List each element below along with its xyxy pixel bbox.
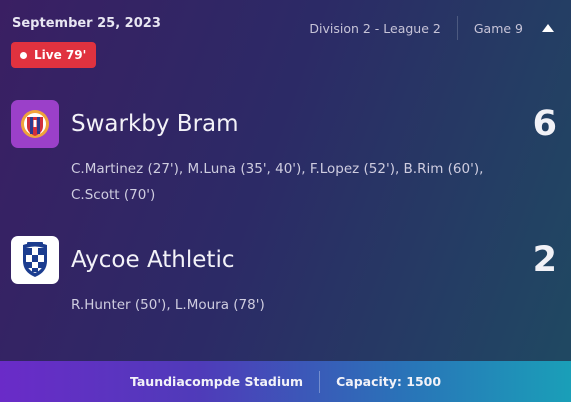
live-status-badge: Live 79'	[11, 42, 97, 68]
match-date: September 25, 2023	[12, 16, 161, 31]
collapse-button[interactable]	[541, 21, 555, 35]
away-team-row: Aycoe Athletic 2	[11, 236, 557, 284]
home-team-name[interactable]: Swarkby Bram	[71, 111, 533, 137]
match-card: September 25, 2023 Division 2 - League 2…	[0, 0, 571, 402]
home-crest-icon	[11, 100, 59, 148]
home-team-row: Swarkby Bram 6	[11, 100, 557, 148]
away-crest-icon	[11, 236, 59, 284]
chevron-up-icon	[542, 24, 554, 32]
live-label: Live 79'	[34, 48, 87, 62]
stadium-name: Taundiacompde Stadium	[129, 374, 304, 389]
home-team-score: 6	[532, 104, 557, 144]
game-label: Game 9	[473, 20, 523, 36]
away-team-score: 2	[532, 240, 557, 280]
venue-footer: Taundiacompde Stadium Capacity: 1500	[0, 361, 571, 402]
stadium-capacity: Capacity: 1500	[336, 374, 442, 389]
away-team-name[interactable]: Aycoe Athletic	[71, 247, 533, 273]
away-scorers: R.Hunter (50'), L.Moura (78')	[71, 297, 265, 313]
home-team: Swarkby Bram 6 C.Martinez (27'), M.Luna …	[11, 100, 557, 208]
division-label: Division 2 - League 2	[309, 20, 441, 36]
home-scorers: C.Martinez (27'), M.Luna (35', 40'), F.L…	[71, 161, 484, 203]
live-dot-icon	[20, 51, 27, 59]
match-meta: Division 2 - League 2 Game 9	[309, 14, 555, 42]
away-team: Aycoe Athletic 2 R.Hunter (50'), L.Moura…	[11, 236, 557, 318]
